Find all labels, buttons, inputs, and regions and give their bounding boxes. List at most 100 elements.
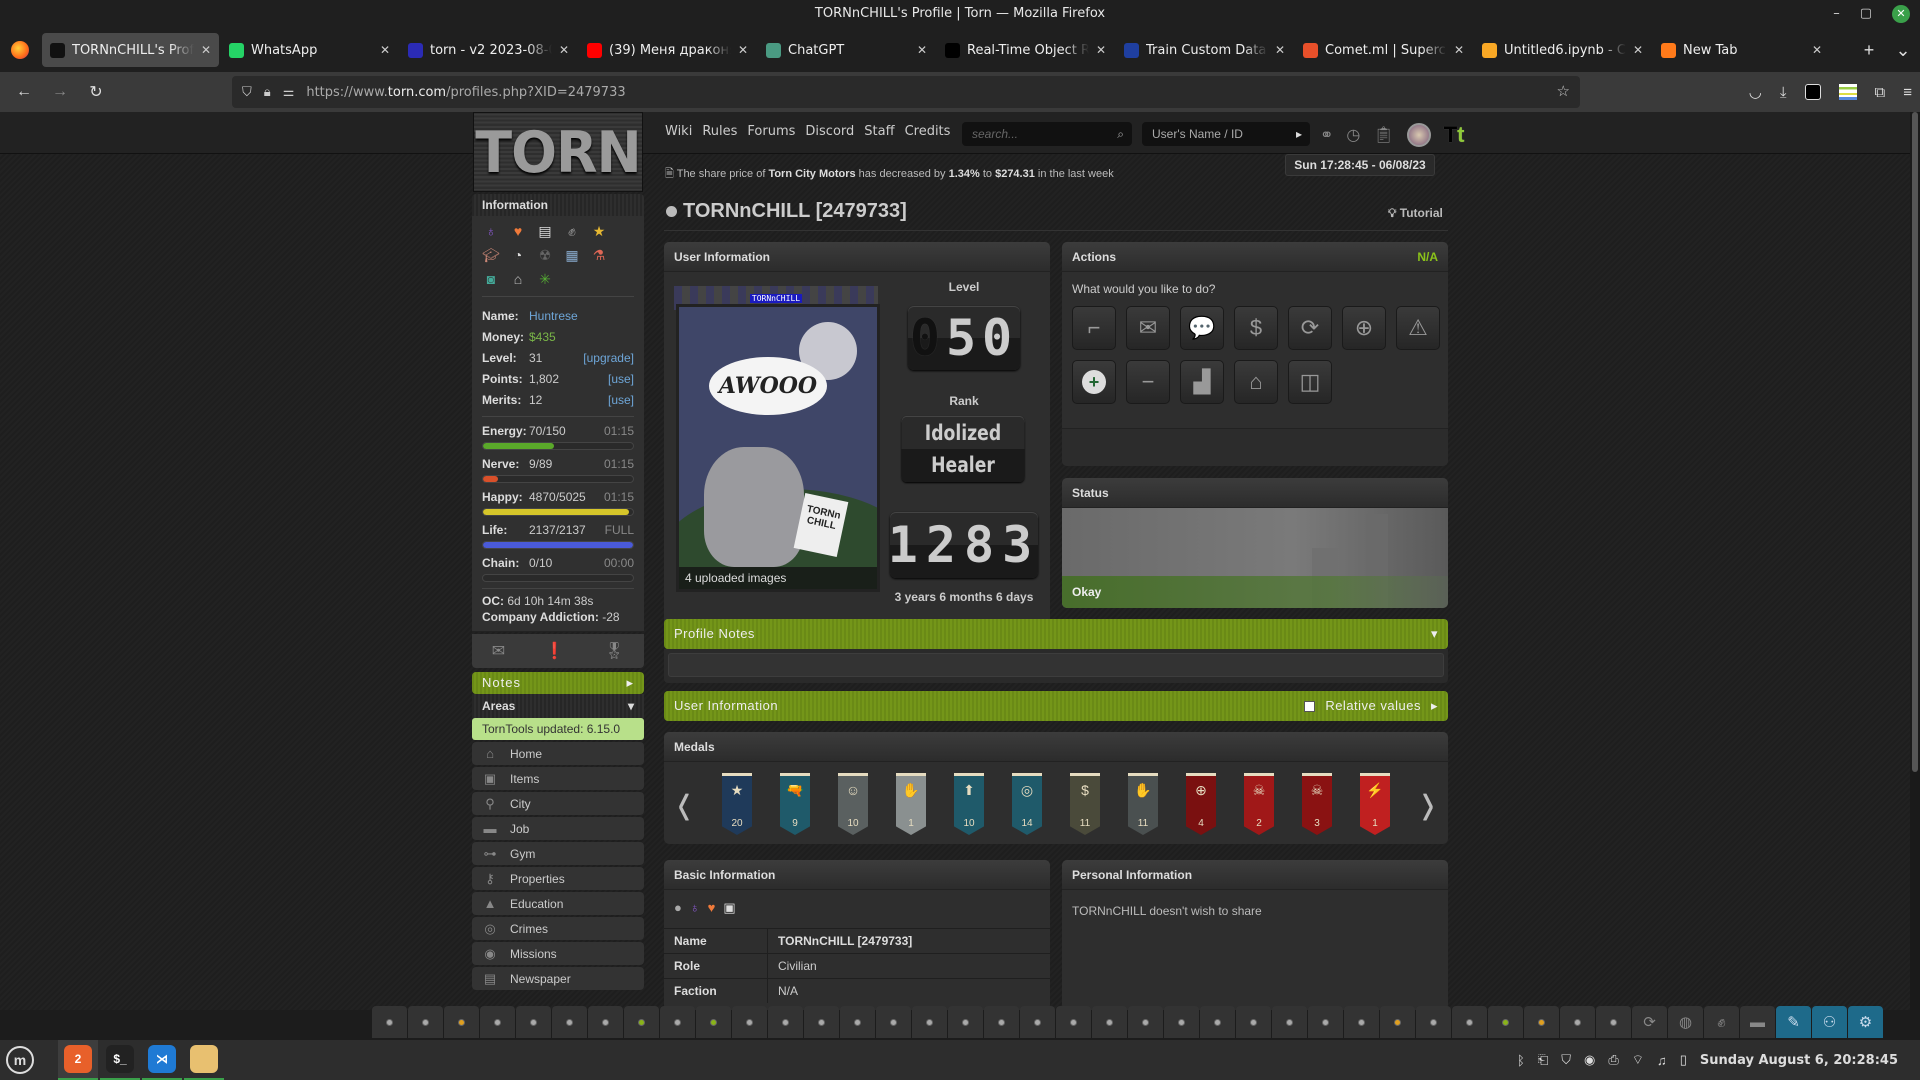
online-status-icon[interactable]: ●	[674, 900, 682, 916]
taskbar-app-vscode[interactable]: ⋊	[142, 1040, 182, 1080]
tt-shortcut-button[interactable]	[1200, 1006, 1235, 1038]
pocket-icon[interactable]: ◡	[1749, 83, 1762, 101]
bank-icon[interactable]: ⌂	[509, 270, 527, 288]
pencil-button[interactable]: ✎	[1776, 1006, 1811, 1038]
attack-button[interactable]: ⌐	[1072, 306, 1116, 350]
area-link-gym[interactable]: ⊶ Gym	[472, 842, 644, 865]
medal[interactable]: ⚡ 1	[1360, 773, 1390, 835]
bounty-button[interactable]: ⊕	[1342, 306, 1386, 350]
player-name-link[interactable]: Huntrese	[529, 309, 634, 323]
tab-close-icon[interactable]: ✕	[1275, 43, 1285, 57]
nav-link-forums[interactable]: Forums	[747, 124, 795, 139]
cannabis-icon[interactable]: ✳	[536, 270, 554, 288]
maximize-button[interactable]: ▢	[1860, 0, 1872, 28]
awards-medal-icon[interactable]: 🎖︎	[604, 641, 624, 661]
bar-happy[interactable]: Happy: 4870/5025 01:15	[482, 489, 634, 516]
url-text[interactable]: https://www.torn.com/profiles.php?XID=24…	[306, 85, 625, 100]
back-button[interactable]: ←	[6, 83, 42, 101]
tab-close-icon[interactable]: ✕	[917, 43, 927, 57]
system-clock[interactable]: Sunday August 6, 20:28:45	[1700, 1053, 1898, 1068]
people-button[interactable]: ⚇	[1812, 1006, 1847, 1038]
nav-link-rules[interactable]: Rules	[702, 124, 737, 139]
tutorial-link[interactable]: 💡︎ Tutorial	[1388, 206, 1443, 221]
tt-shortcut-button[interactable]	[1596, 1006, 1631, 1038]
nav-link-wiki[interactable]: Wiki	[665, 124, 692, 139]
medal[interactable]: $11	[1070, 773, 1100, 835]
profile-notes-toggle[interactable]: Profile Notes ▾	[664, 619, 1448, 649]
area-link-education[interactable]: ▲ Education	[472, 892, 644, 915]
area-link-missions[interactable]: ◉ Missions	[472, 942, 644, 965]
info-value[interactable]: Civilian	[768, 954, 817, 978]
tt-shortcut-button[interactable]	[732, 1006, 767, 1038]
nav-link-credits[interactable]: Credits	[905, 124, 951, 139]
user-search-input[interactable]: User's Name / ID ▸	[1142, 122, 1310, 146]
tt-shortcut-button[interactable]	[1164, 1006, 1199, 1038]
radiation-icon[interactable]: ☢	[536, 246, 554, 264]
tab-close-icon[interactable]: ✕	[1633, 43, 1643, 57]
medals-prev-arrow[interactable]: ‹	[674, 765, 694, 842]
medal[interactable]: 🔫 9	[780, 773, 810, 835]
profile-image[interactable]: AWOOO TORNn CHILL 4 uploaded images	[676, 304, 880, 592]
tt-shortcut-button[interactable]	[1020, 1006, 1055, 1038]
tt-shortcut-button[interactable]	[1344, 1006, 1379, 1038]
tab-close-icon[interactable]: ✕	[1096, 43, 1106, 57]
area-link-city[interactable]: ⚲ City	[472, 792, 644, 815]
tt-shortcut-button[interactable]	[624, 1006, 659, 1038]
messages-envelope-icon[interactable]: ✉	[492, 641, 505, 661]
area-link-job[interactable]: ▬ Job	[472, 817, 644, 840]
tt-shortcut-button[interactable]	[516, 1006, 551, 1038]
browser-tab[interactable]: Train Custom Data - ✕	[1116, 33, 1293, 67]
tt-shortcut-button[interactable]	[1560, 1006, 1595, 1038]
area-link-items[interactable]: ▣ Items	[472, 767, 644, 790]
book-icon[interactable]: ▣	[723, 900, 735, 916]
education-icon[interactable]: 🎓︎	[482, 246, 500, 264]
tab-close-icon[interactable]: ✕	[1454, 43, 1464, 57]
relative-values-checkbox[interactable]	[1304, 700, 1316, 712]
tt-shortcut-button[interactable]	[1488, 1006, 1523, 1038]
medal[interactable]: ⬆ 10	[954, 773, 984, 835]
medal[interactable]: ⊕ 4	[1186, 773, 1216, 835]
page-scrollbar[interactable]	[1910, 112, 1920, 1010]
list-all-tabs-button[interactable]: ⌄	[1886, 40, 1920, 61]
uploaded-images-caption[interactable]: 4 uploaded images	[679, 567, 877, 589]
drug-bottle-icon[interactable]: ⚗	[590, 246, 608, 264]
user-avatar[interactable]	[1406, 123, 1431, 147]
refresh-button[interactable]: ⟳	[1632, 1006, 1667, 1038]
browser-tab[interactable]: TORNnCHILL's Profile ✕	[42, 33, 219, 67]
update-shield-icon[interactable]: ⛉	[1561, 1052, 1571, 1068]
browser-tab[interactable]: (39) Меня драконят ✕	[579, 33, 756, 67]
extensions-puzzle-icon[interactable]: ⧉	[1875, 84, 1886, 101]
tt-shortcut-button[interactable]	[588, 1006, 623, 1038]
tt-shortcut-button[interactable]	[1128, 1006, 1163, 1038]
tab-close-icon[interactable]: ✕	[201, 43, 211, 57]
nav-link-staff[interactable]: Staff	[864, 124, 894, 139]
send-money-button[interactable]: $	[1234, 306, 1278, 350]
torntools-update-notice[interactable]: TornTools updated: 6.15.0	[472, 718, 644, 740]
notes-toggle[interactable]: Notes ▸	[472, 672, 644, 694]
bar-life[interactable]: Life: 2137/2137 FULL	[482, 522, 634, 549]
donator-icon[interactable]: ♁	[690, 900, 700, 916]
upgrade-link[interactable]: [upgrade]	[583, 351, 634, 365]
play-arrow-icon[interactable]: ▸	[1296, 122, 1302, 146]
new-tab-button[interactable]: +	[1852, 40, 1886, 61]
donator-icon[interactable]: ♁	[482, 222, 500, 240]
permissions-icon[interactable]: ⚌	[283, 85, 295, 100]
medal[interactable]: ☠ 2	[1244, 773, 1274, 835]
taskbar-app-firefox[interactable]: 2	[58, 1040, 98, 1080]
married-heart-icon[interactable]: ♥	[708, 900, 716, 916]
binoculars-icon[interactable]: ⚭	[1320, 125, 1333, 145]
area-link-newspaper[interactable]: ▤ Newspaper	[472, 967, 644, 990]
close-window-button[interactable]: ✕	[1892, 5, 1910, 23]
add-enemy-button[interactable]: −	[1126, 360, 1170, 404]
area-link-home[interactable]: ⌂ Home	[472, 742, 644, 765]
tt-shortcut-button[interactable]	[444, 1006, 479, 1038]
news-ticker[interactable]: 🗎︎ The share price of Torn City Motors h…	[665, 165, 1114, 184]
medal[interactable]: ✋ 1	[896, 773, 926, 835]
stats-button[interactable]: ▟	[1180, 360, 1224, 404]
browser-tab[interactable]: Comet.ml | Supercha ✕	[1295, 33, 1472, 67]
tt-shortcut-button[interactable]	[984, 1006, 1019, 1038]
tt-shortcut-button[interactable]	[876, 1006, 911, 1038]
medal[interactable]: ✋ 11	[1128, 773, 1158, 835]
tt-shortcut-button[interactable]	[1056, 1006, 1091, 1038]
clock-icon[interactable]: ◷	[1346, 125, 1360, 145]
